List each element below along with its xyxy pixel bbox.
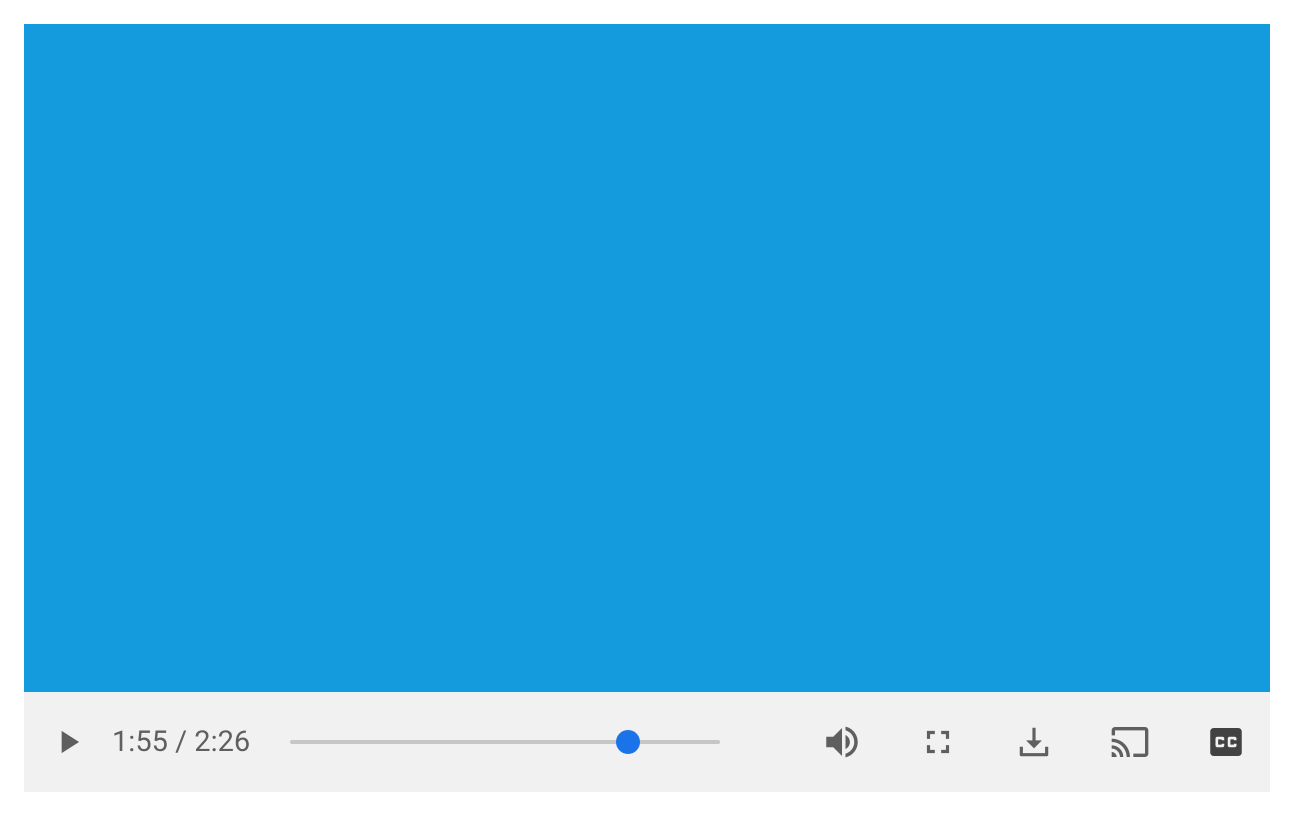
progress-slider[interactable] — [290, 718, 720, 766]
progress-track — [290, 740, 720, 744]
total-time: 2:26 — [194, 725, 250, 759]
cast-button[interactable] — [1106, 718, 1154, 766]
current-time: 1:55 — [112, 725, 168, 759]
play-button[interactable] — [44, 718, 92, 766]
video-controls-bar: 1:55 / 2:26 — [24, 692, 1270, 792]
progress-thumb[interactable] — [616, 730, 640, 754]
cast-icon — [1110, 722, 1150, 762]
time-separator: / — [168, 725, 194, 759]
captions-button[interactable] — [1202, 718, 1250, 766]
download-button[interactable] — [1010, 718, 1058, 766]
captions-icon — [1205, 721, 1247, 763]
download-icon — [1015, 723, 1053, 761]
volume-button[interactable] — [818, 718, 866, 766]
video-player: 1:55 / 2:26 — [24, 24, 1270, 792]
play-icon — [49, 723, 87, 761]
fullscreen-button[interactable] — [914, 718, 962, 766]
volume-icon — [821, 721, 863, 763]
time-display: 1:55 / 2:26 — [112, 725, 250, 759]
fullscreen-icon — [919, 723, 957, 761]
video-viewport[interactable] — [24, 24, 1270, 692]
